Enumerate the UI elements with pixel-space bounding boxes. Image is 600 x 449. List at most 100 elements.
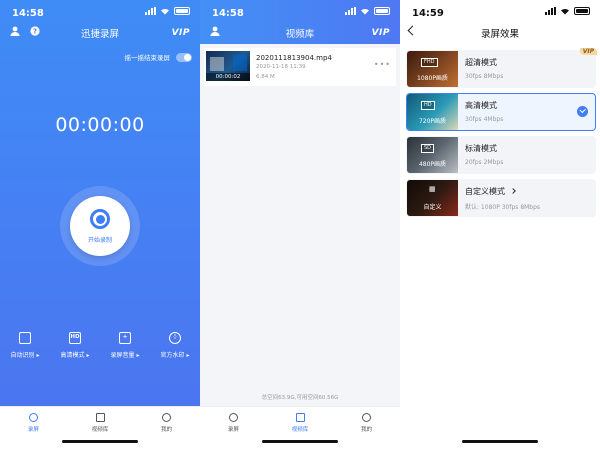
shake-to-stop-row: 摇一摇结束录屏 bbox=[124, 52, 192, 62]
folder-icon bbox=[95, 413, 105, 422]
status-bar: 14:59 bbox=[400, 0, 600, 22]
battery-icon bbox=[374, 7, 390, 15]
grid-icon: ▦ bbox=[429, 185, 436, 193]
hd-icon: HD bbox=[69, 332, 81, 344]
video-duration: 00:00:02 bbox=[206, 73, 250, 81]
mode-title-text: 自定义模式 bbox=[465, 187, 505, 196]
mode-resolution: 自定义 bbox=[423, 204, 442, 211]
rotate-icon bbox=[19, 332, 31, 344]
tool-volume[interactable]: + 录屏音量 ▸ bbox=[100, 332, 150, 359]
tab-label: 我的 bbox=[161, 427, 173, 433]
page-title: 迅捷录屏 bbox=[80, 29, 119, 40]
status-bar: 14:58 bbox=[0, 0, 200, 22]
mode-resolution: 1080P画质 bbox=[417, 75, 448, 82]
wifi-icon bbox=[361, 8, 369, 15]
tool-label: 自动识别 ▸ bbox=[10, 352, 40, 359]
status-time: 14:59 bbox=[412, 8, 444, 19]
record-icon bbox=[90, 209, 110, 229]
record-tab-icon bbox=[28, 413, 38, 422]
status-bar: 14:58 bbox=[200, 0, 400, 22]
profile-icon[interactable] bbox=[210, 26, 220, 36]
help-icon[interactable]: ? bbox=[30, 26, 40, 36]
signal-icon bbox=[345, 7, 356, 15]
mode-title: 标清模式 bbox=[465, 144, 497, 153]
mode-title: 超清模式 bbox=[465, 58, 497, 67]
home-indicator bbox=[62, 440, 138, 443]
profile-icon[interactable] bbox=[10, 26, 20, 36]
home-indicator bbox=[262, 440, 338, 443]
svg-text:?: ? bbox=[33, 28, 37, 36]
home-indicator bbox=[462, 440, 538, 443]
mode-resolution: 720P画质 bbox=[418, 118, 447, 125]
quality-badge: FHD bbox=[421, 58, 438, 67]
start-record-label: 开始录制 bbox=[87, 237, 112, 244]
mode-ultra-hd[interactable]: FHD 1080P画质 超清模式 30fps 8Mbps VIP bbox=[406, 48, 597, 88]
vip-icon[interactable]: VIP bbox=[172, 28, 190, 38]
start-record-button[interactable]: 开始录制 bbox=[70, 196, 130, 256]
mode-resolution: 480P画质 bbox=[418, 161, 447, 168]
tool-watermark[interactable]: ◊ 官方水印 ▸ bbox=[150, 332, 200, 359]
tab-record[interactable]: 录屏 bbox=[0, 407, 67, 449]
record-tools: 自动识别 ▸ HD 高清模式 ▸ + 录屏音量 ▸ ◊ 官方水印 ▸ bbox=[0, 332, 200, 359]
tab-label: 录屏 bbox=[227, 427, 239, 433]
mode-hd[interactable]: HD 720P画质 高清模式 30fps 4Mbps bbox=[406, 93, 596, 131]
battery-icon bbox=[174, 7, 190, 15]
quality-badge: HD bbox=[421, 101, 435, 110]
record-screen: 14:58 ? 迅捷录屏 VIP 摇一摇结束录屏 00:00:00 开始录制 自… bbox=[0, 0, 200, 449]
library-navbar: 视频库 VIP bbox=[200, 26, 400, 42]
status-time: 14:58 bbox=[212, 8, 244, 19]
wifi-icon bbox=[161, 8, 169, 15]
page-title: 视频库 bbox=[285, 29, 315, 40]
tab-label: 视频库 bbox=[91, 427, 109, 433]
status-time: 14:58 bbox=[12, 8, 44, 19]
record-timer: 00:00:00 bbox=[55, 114, 145, 136]
video-list-item[interactable]: 00:00:02 2020111813904.mp4 2020-11-18 11… bbox=[204, 48, 396, 86]
tool-hd-mode[interactable]: HD 高清模式 ▸ bbox=[50, 332, 100, 359]
wifi-icon bbox=[561, 8, 569, 15]
tool-label: 高清模式 ▸ bbox=[60, 352, 90, 359]
mode-thumbnail: ▦ 自定义 bbox=[407, 180, 458, 216]
tab-label: 录屏 bbox=[27, 427, 39, 433]
mode-title: 高清模式 bbox=[465, 101, 497, 110]
person-icon bbox=[162, 413, 172, 422]
library-screen: 14:58 视频库 VIP 00:00:02 2020111813904.mp4… bbox=[200, 0, 400, 449]
signal-icon bbox=[545, 7, 556, 15]
tool-label: 录屏音量 ▸ bbox=[110, 352, 140, 359]
battery-icon bbox=[574, 7, 590, 15]
selected-check-icon bbox=[577, 106, 588, 117]
chevron-right-icon bbox=[510, 188, 516, 194]
shake-toggle-label: 摇一摇结束录屏 bbox=[124, 54, 171, 62]
watermark-icon: ◊ bbox=[169, 332, 181, 344]
mode-subtitle: 30fps 4Mbps bbox=[465, 116, 504, 123]
tab-label: 我的 bbox=[361, 427, 373, 433]
storage-info: 总空间63.9G,可用空间60.56G bbox=[261, 395, 339, 401]
mode-sd[interactable]: SD 480P画质 标清模式 20fps 2Mbps bbox=[406, 136, 596, 174]
video-name: 2020111813904.mp4 bbox=[256, 54, 332, 62]
tool-label: 官方水印 ▸ bbox=[160, 352, 190, 359]
video-size: 6.84 M bbox=[256, 74, 275, 80]
mode-custom[interactable]: ▦ 自定义 自定义模式 默认: 1080P 30fps 8Mbps bbox=[406, 179, 596, 217]
mode-subtitle: 默认: 1080P 30fps 8Mbps bbox=[465, 204, 541, 211]
record-navbar: ? 迅捷录屏 VIP bbox=[0, 26, 200, 42]
quality-screen: 14:59 录屏效果 FHD 1080P画质 超清模式 30fps 8Mbps … bbox=[400, 0, 600, 449]
mode-thumbnail: SD 480P画质 bbox=[407, 137, 458, 173]
tab-mine[interactable]: 我的 bbox=[133, 407, 200, 449]
mode-thumbnail: FHD 1080P画质 bbox=[407, 51, 458, 87]
vip-badge: VIP bbox=[579, 48, 597, 55]
mode-thumbnail: HD 720P画质 bbox=[407, 94, 458, 130]
vip-icon[interactable]: VIP bbox=[372, 28, 390, 38]
shake-toggle[interactable] bbox=[176, 52, 192, 62]
tab-mine[interactable]: 我的 bbox=[333, 407, 400, 449]
page-title: 录屏效果 bbox=[480, 29, 519, 40]
quality-badge: SD bbox=[421, 144, 435, 153]
folder-icon bbox=[295, 413, 305, 422]
mode-subtitle: 30fps 8Mbps bbox=[465, 73, 504, 80]
tab-record[interactable]: 录屏 bbox=[200, 407, 267, 449]
tool-auto-detect[interactable]: 自动识别 ▸ bbox=[0, 332, 50, 359]
mode-subtitle: 20fps 2Mbps bbox=[465, 159, 504, 166]
more-options-icon[interactable]: ••• bbox=[374, 60, 391, 69]
volume-icon: + bbox=[119, 332, 131, 344]
record-tab-icon bbox=[228, 413, 238, 422]
mode-title: 自定义模式 bbox=[465, 186, 516, 197]
video-date: 2020-11-18 11:39 bbox=[256, 64, 306, 70]
